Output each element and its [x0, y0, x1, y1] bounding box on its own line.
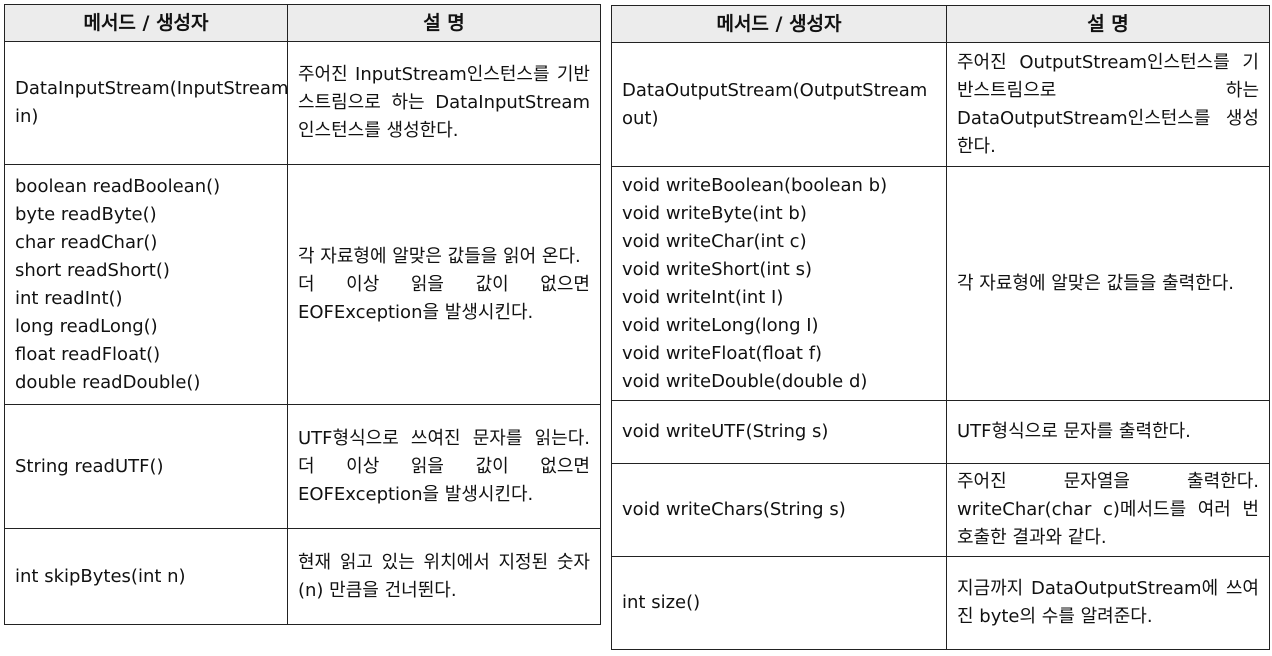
table-row: void writeChars(String s) 주어진 문자열을 출력한다.…: [611, 463, 1270, 557]
description-cell: 주어진 OutputStream인스턴스를 기반스트림으로 하는 DataOut…: [946, 42, 1270, 167]
table-row: int size() 지금까지 DataOutputStream에 쓰여진 by…: [611, 556, 1270, 650]
method-cell: String readUTF(): [4, 404, 288, 529]
table-row: void writeUTF(String s) UTF형식으로 문자를 출력한다…: [611, 400, 1270, 464]
method-cell: void writeUTF(String s): [611, 400, 947, 464]
table-row: void writeBoolean(boolean b) void writeB…: [611, 166, 1270, 401]
method-cell: void writeChars(String s): [611, 463, 947, 557]
method-column-header: 메서드 / 생성자: [611, 5, 947, 43]
method-column-header: 메서드 / 생성자: [4, 4, 288, 42]
description-cell: 각 자료형에 알맞은 값들을 읽어 온다. 더 이상 읽을 값이 없으면 EOF…: [287, 164, 601, 405]
description-column-header: 설 명: [287, 4, 601, 42]
table-row: boolean readBoolean() byte readByte() ch…: [4, 164, 601, 405]
method-cell: DataInputStream(InputStream in): [4, 41, 288, 165]
header-row: 메서드 / 생성자 설 명: [4, 4, 601, 42]
header-row: 메서드 / 생성자 설 명: [611, 5, 1270, 43]
description-column-header: 설 명: [946, 5, 1270, 43]
method-cell: DataOutputStream(OutputStream out): [611, 42, 947, 167]
description-cell: 주어진 문자열을 출력한다. writeChar(char c)메서드를 여러 …: [946, 463, 1270, 557]
table-row: String readUTF() UTF형식으로 쓰여진 문자를 읽는다. 더 …: [4, 404, 601, 529]
description-cell: UTF형식으로 문자를 출력한다.: [946, 400, 1270, 464]
description-cell: 각 자료형에 알맞은 값들을 출력한다.: [946, 166, 1270, 401]
table-row: DataInputStream(InputStream in) 주어진 Inpu…: [4, 41, 601, 165]
table-row: int skipBytes(int n) 현재 읽고 있는 위치에서 지정된 숫…: [4, 528, 601, 625]
description-cell: 지금까지 DataOutputStream에 쓰여진 byte의 수를 알려준다…: [946, 556, 1270, 650]
method-cell: int skipBytes(int n): [4, 528, 288, 625]
method-cell: int size(): [611, 556, 947, 650]
method-cell: boolean readBoolean() byte readByte() ch…: [4, 164, 288, 405]
description-cell: 현재 읽고 있는 위치에서 지정된 숫자(n) 만큼을 건너뛴다.: [287, 528, 601, 625]
datainputstream-methods-table: 메서드 / 생성자 설 명 DataInputStream(InputStrea…: [4, 4, 601, 625]
dataoutputstream-methods-table: 메서드 / 생성자 설 명 DataOutputStream(OutputStr…: [611, 5, 1270, 650]
method-cell: void writeBoolean(boolean b) void writeB…: [611, 166, 947, 401]
table-row: DataOutputStream(OutputStream out) 주어진 O…: [611, 42, 1270, 167]
description-cell: UTF형식으로 쓰여진 문자를 읽는다. 더 이상 읽을 값이 없으면 EOFE…: [287, 404, 601, 529]
description-cell: 주어진 InputStream인스턴스를 기반스트림으로 하는 DataInpu…: [287, 41, 601, 165]
